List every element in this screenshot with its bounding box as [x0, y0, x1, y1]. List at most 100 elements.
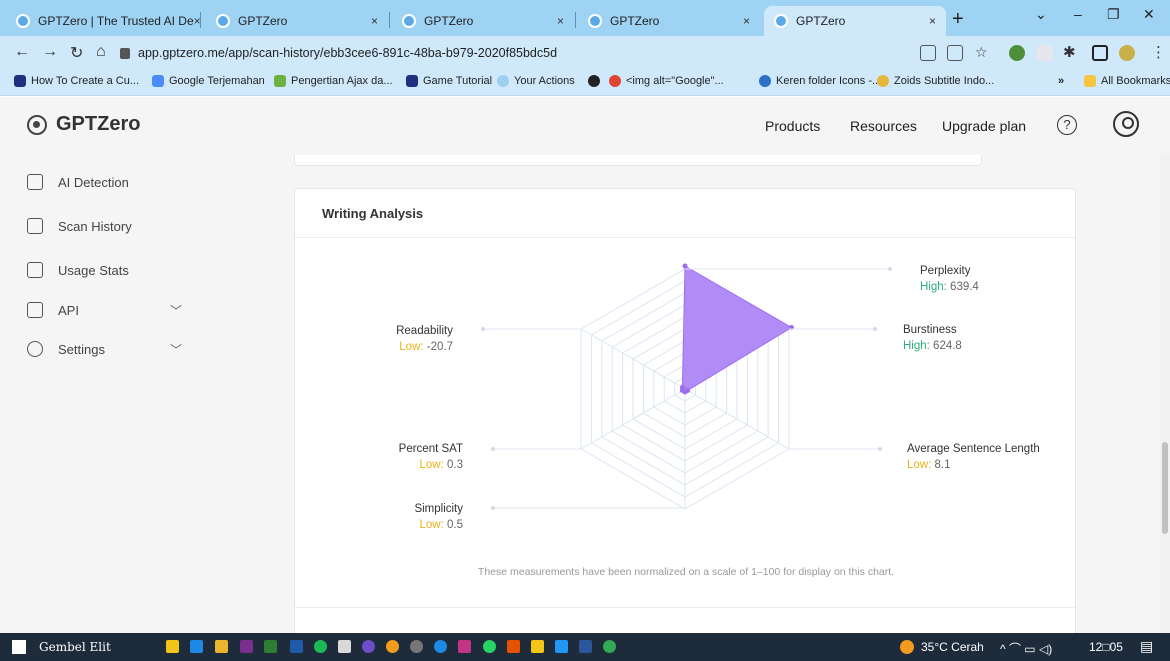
share-icon[interactable]	[947, 45, 963, 61]
system-tray-icons[interactable]: ^ ⌒ ▭ ◁)	[1000, 640, 1052, 657]
label-leader-dot	[491, 506, 495, 510]
bookmark-item[interactable]: Google Terjemahan	[152, 75, 265, 87]
chevron-down-icon[interactable]: ﹀	[170, 341, 182, 358]
bookmark-item[interactable]: Your Actions	[497, 75, 575, 87]
close-tab-icon[interactable]: ×	[929, 14, 936, 28]
tab-gptzero-4[interactable]: GPTZero ×	[578, 6, 760, 36]
instagram-icon[interactable]	[458, 640, 471, 653]
minimize-icon[interactable]: –	[1074, 6, 1082, 22]
premiere-icon[interactable]	[240, 640, 253, 653]
bookmark-item[interactable]: <img alt="Google"...	[609, 75, 724, 87]
close-tab-icon[interactable]: ×	[557, 14, 564, 28]
address-input[interactable]: app.gptzero.me/app/scan-history/ebb3cee6…	[120, 40, 900, 66]
forward-arrow-icon[interactable]: →	[42, 43, 58, 61]
vscode-icon[interactable]	[555, 640, 568, 653]
chevron-down-icon[interactable]: ﹀	[170, 302, 182, 319]
sidebar-item-settings[interactable]: Settings ﹀	[27, 341, 182, 357]
gptzero-favicon-icon	[216, 14, 230, 28]
extensions-puzzle-icon[interactable]: ✱	[1063, 43, 1076, 61]
restore-icon[interactable]: ❐	[1107, 6, 1120, 23]
taskbar-app-icon[interactable]	[338, 640, 351, 653]
bookmark-label: Pengertian Ajax da...	[291, 75, 393, 87]
close-tab-icon[interactable]: ×	[743, 14, 750, 28]
back-arrow-icon[interactable]: ←	[14, 43, 30, 61]
bookmark-item[interactable]: Game Tutorial	[406, 75, 492, 87]
close-window-icon[interactable]: ✕	[1143, 6, 1155, 23]
sidebar-item-api[interactable]: API ﹀	[27, 302, 182, 318]
app-header: GPTZero Products Resources Upgrade plan …	[0, 97, 1170, 155]
extension-globe-icon[interactable]	[1009, 45, 1025, 61]
tab-gptzero-active[interactable]: GPTZero ×	[764, 6, 946, 36]
weather-text[interactable]: 35°C Cerah	[921, 640, 984, 654]
gptzero-logo[interactable]: GPTZero	[27, 113, 140, 136]
notifications-icon[interactable]: ▤	[1140, 638, 1153, 655]
bookmark-item[interactable]: Keren folder Icons -...	[759, 75, 881, 87]
install-app-icon[interactable]	[920, 45, 936, 61]
bookmark-label: Zoids Subtitle Indo...	[894, 75, 995, 87]
whatsapp-icon[interactable]	[483, 640, 496, 653]
word-icon[interactable]	[579, 640, 592, 653]
firefox-icon[interactable]	[386, 640, 399, 653]
taskbar-app-icon[interactable]	[190, 640, 203, 653]
reload-icon[interactable]: ↻	[70, 43, 83, 63]
account-icon[interactable]	[1113, 111, 1139, 137]
spotify-icon[interactable]	[314, 640, 327, 653]
radar-point-perplexity	[682, 263, 688, 269]
tab-gptzero-3[interactable]: GPTZero ×	[392, 6, 574, 36]
gptzero-favicon-icon	[588, 14, 602, 28]
bookmark-item[interactable]: Zoids Subtitle Indo...	[877, 75, 994, 87]
bookmark-item[interactable]	[588, 75, 605, 87]
bookmark-label: Game Tutorial	[423, 75, 493, 87]
photoshop-icon[interactable]	[290, 640, 303, 653]
tab-gptzero-home[interactable]: GPTZero | The Trusted AI De ×	[6, 6, 201, 36]
taskbar-app-icon[interactable]	[362, 640, 375, 653]
metric-level: Low	[419, 459, 441, 471]
taskbar-app-icon[interactable]	[264, 640, 277, 653]
divider	[295, 607, 1075, 608]
nav-resources[interactable]: Resources	[850, 118, 917, 134]
tab-search-chevron-icon[interactable]: ⌄	[1035, 6, 1047, 23]
zoids-icon	[877, 75, 889, 87]
close-tab-icon[interactable]: ×	[371, 14, 378, 28]
tab-label: GPTZero	[796, 14, 846, 28]
taskbar-app-icon[interactable]	[531, 640, 544, 653]
taskbar-app-icon[interactable]	[166, 640, 179, 653]
clock[interactable]: 12□05	[1089, 640, 1123, 654]
bookmarks-bar: How To Create a Cu... Google Terjemahan …	[0, 70, 1170, 96]
bookmark-star-icon[interactable]: ☆	[975, 44, 988, 61]
bookmarks-overflow-button[interactable]: »	[1058, 75, 1064, 87]
sidebar-item-ai-detection[interactable]: AI Detection	[27, 174, 129, 190]
chrome-icon[interactable]	[603, 640, 616, 653]
bookmark-w-icon	[14, 75, 26, 87]
windows-start-icon[interactable]	[12, 640, 26, 654]
label-leader-dot	[878, 447, 882, 451]
scrollbar-thumb[interactable]	[1162, 442, 1168, 534]
logo-text: GPTZero	[56, 113, 141, 135]
nav-upgrade-plan[interactable]: Upgrade plan	[942, 118, 1026, 134]
writing-analysis-card: Writing Analysis Perplexity High: 639.4 …	[294, 188, 1076, 633]
taskbar-app-icon[interactable]	[507, 640, 520, 653]
metric-name: Readability	[396, 325, 453, 337]
file-explorer-icon[interactable]	[215, 640, 228, 653]
side-panel-icon[interactable]	[1092, 45, 1108, 61]
sidebar-item-label: Scan History	[58, 218, 132, 234]
nav-products[interactable]: Products	[765, 118, 820, 134]
help-icon[interactable]: ?	[1057, 115, 1077, 135]
new-tab-button[interactable]: +	[952, 8, 964, 31]
sidebar-item-label: Settings	[58, 341, 105, 357]
tab-gptzero-2[interactable]: GPTZero ×	[206, 6, 388, 36]
browser-menu-icon[interactable]: ⋮	[1151, 43, 1166, 61]
sidebar-item-usage-stats[interactable]: Usage Stats	[27, 262, 129, 278]
bookmark-item[interactable]: How To Create a Cu...	[14, 75, 139, 87]
all-bookmarks-button[interactable]: All Bookmarks	[1084, 75, 1170, 87]
profile-avatar-icon[interactable]	[1119, 45, 1135, 61]
bookmark-item[interactable]: Pengertian Ajax da...	[274, 75, 393, 87]
page-scrollbar[interactable]	[1160, 155, 1170, 633]
edge-icon[interactable]	[434, 640, 447, 653]
metric-label-percent-sat: Percent SAT Low: 0.3	[365, 441, 463, 473]
extension-b-icon[interactable]	[1037, 45, 1053, 61]
previous-card	[294, 155, 982, 166]
home-icon[interactable]: ⌂	[96, 43, 106, 61]
taskbar-app-icon[interactable]	[410, 640, 423, 653]
sidebar-item-scan-history[interactable]: Scan History	[27, 218, 132, 234]
